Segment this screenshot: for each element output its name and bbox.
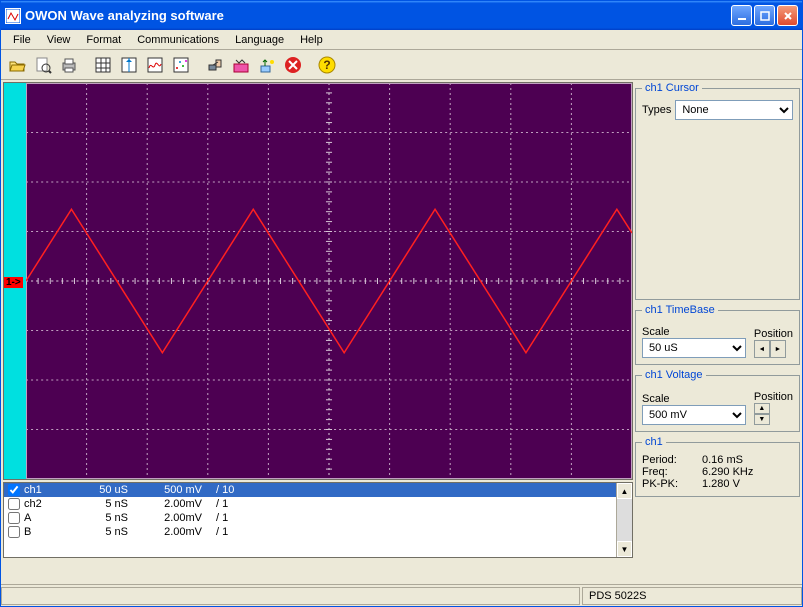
timebase-scale-label: Scale	[642, 326, 746, 338]
timebase-panel: ch1 TimeBase Scale 50 uS Position ◄ ►	[635, 304, 800, 365]
voltage-scale-select[interactable]: 500 mV	[642, 405, 746, 425]
menu-language[interactable]: Language	[227, 32, 292, 48]
upload-button[interactable]	[255, 53, 279, 77]
scope-display: 1->	[3, 82, 633, 480]
cursor-types-label: Types	[642, 104, 671, 116]
measure-panel: ch1 Period:0.16 mSFreq:6.290 KHzPK-PK:1.…	[635, 436, 800, 497]
help-button[interactable]: ?	[315, 53, 339, 77]
menu-file[interactable]: File	[5, 32, 39, 48]
channel-row[interactable]: ch2 5 nS 2.00mV / 1	[4, 497, 616, 511]
menu-view[interactable]: View	[39, 32, 79, 48]
scope-margin: 1->	[4, 83, 26, 479]
channel-div: / 1	[206, 526, 246, 538]
main-area: 1-> ch150 uS500 mV/ 10ch25 nS2.00mV/ 1A5…	[1, 80, 802, 584]
channel-name: B	[24, 526, 64, 538]
channel-name: ch1	[24, 484, 64, 496]
voltage-legend: ch1 Voltage	[642, 369, 706, 381]
menu-format[interactable]: Format	[78, 32, 129, 48]
scroll-up-icon[interactable]: ▲	[617, 483, 632, 499]
voltage-scale-label: Scale	[642, 393, 746, 405]
status-device: PDS 5022S	[582, 587, 802, 605]
maximize-button[interactable]	[754, 5, 775, 26]
connect-button[interactable]	[203, 53, 227, 77]
toolbar: ?	[1, 50, 802, 80]
timebase-scale-select[interactable]: 50 uS	[642, 338, 746, 358]
channel-div: / 10	[206, 484, 246, 496]
channel-timebase: 5 nS	[68, 498, 128, 510]
channel-timebase: 5 nS	[68, 512, 128, 524]
cursor-toggle-button[interactable]	[117, 53, 141, 77]
channel-timebase: 50 uS	[68, 484, 128, 496]
close-button[interactable]	[777, 5, 798, 26]
channel-checkbox[interactable]	[8, 484, 20, 496]
measure-value: 1.280 V	[702, 478, 740, 490]
scroll-down-icon[interactable]: ▼	[617, 541, 632, 557]
cursor-types-select[interactable]: None	[675, 100, 793, 120]
measure-label: Freq:	[642, 466, 702, 478]
channel-voltage: 2.00mV	[132, 498, 202, 510]
measure-value: 6.290 KHz	[702, 466, 753, 478]
grid-button[interactable]	[91, 53, 115, 77]
measure-value: 0.16 mS	[702, 454, 743, 466]
voltage-position-label: Position	[754, 391, 793, 403]
channel-checkbox[interactable]	[8, 512, 20, 524]
channel-voltage: 2.00mV	[132, 526, 202, 538]
print-button[interactable]	[57, 53, 81, 77]
timebase-legend: ch1 TimeBase	[642, 304, 718, 316]
voltage-panel: ch1 Voltage Scale 500 mV Position ▲ ▼	[635, 369, 800, 432]
channel-list-scrollbar[interactable]: ▲ ▼	[616, 483, 632, 557]
channel-voltage: 2.00mV	[132, 512, 202, 524]
voltage-pos-down-button[interactable]: ▼	[754, 414, 770, 425]
minimize-button[interactable]	[731, 5, 752, 26]
stop-button[interactable]	[281, 53, 305, 77]
ch1-zero-marker: 1->	[4, 277, 23, 288]
cursor-legend: ch1 Cursor	[642, 82, 702, 94]
channel-row[interactable]: A 5 nS 2.00mV / 1	[4, 511, 616, 525]
channel-checkbox[interactable]	[8, 498, 20, 510]
scope-canvas[interactable]	[26, 83, 632, 479]
svg-text:?: ?	[323, 58, 330, 72]
timebase-pos-right-button[interactable]: ►	[770, 340, 786, 358]
channel-div: / 1	[206, 512, 246, 524]
record-button[interactable]	[229, 53, 253, 77]
channel-row[interactable]: ch1 50 uS 500 mV / 10	[4, 483, 616, 497]
titlebar: OWON Wave analyzing software	[1, 1, 802, 30]
channel-timebase: 5 nS	[68, 526, 128, 538]
timebase-position-label: Position	[754, 328, 793, 340]
measure-label: PK-PK:	[642, 478, 702, 490]
menu-communications[interactable]: Communications	[129, 32, 227, 48]
app-icon	[5, 8, 21, 24]
channel-voltage: 500 mV	[132, 484, 202, 496]
channel-name: ch2	[24, 498, 64, 510]
find-button[interactable]	[31, 53, 55, 77]
measure-label: Period:	[642, 454, 702, 466]
points-button[interactable]	[169, 53, 193, 77]
open-button[interactable]	[5, 53, 29, 77]
channel-row[interactable]: B 5 nS 2.00mV / 1	[4, 525, 616, 539]
channel-name: A	[24, 512, 64, 524]
cursor-panel: ch1 Cursor Types None	[635, 82, 800, 300]
channel-list: ch1 50 uS 500 mV / 10 ch2 5 nS 2.00mV / 1 A 5 nS 2…	[3, 482, 633, 558]
titlebar-title: OWON Wave analyzing software	[25, 8, 224, 23]
menu-help[interactable]: Help	[292, 32, 331, 48]
channel-div: / 1	[206, 498, 246, 510]
waveform-button[interactable]	[143, 53, 167, 77]
timebase-pos-left-button[interactable]: ◄	[754, 340, 770, 358]
voltage-pos-up-button[interactable]: ▲	[754, 403, 770, 414]
statusbar: PDS 5022S	[1, 584, 802, 606]
measure-legend: ch1	[642, 436, 666, 448]
menubar: File View Format Communications Language…	[1, 30, 802, 50]
channel-checkbox[interactable]	[8, 526, 20, 538]
